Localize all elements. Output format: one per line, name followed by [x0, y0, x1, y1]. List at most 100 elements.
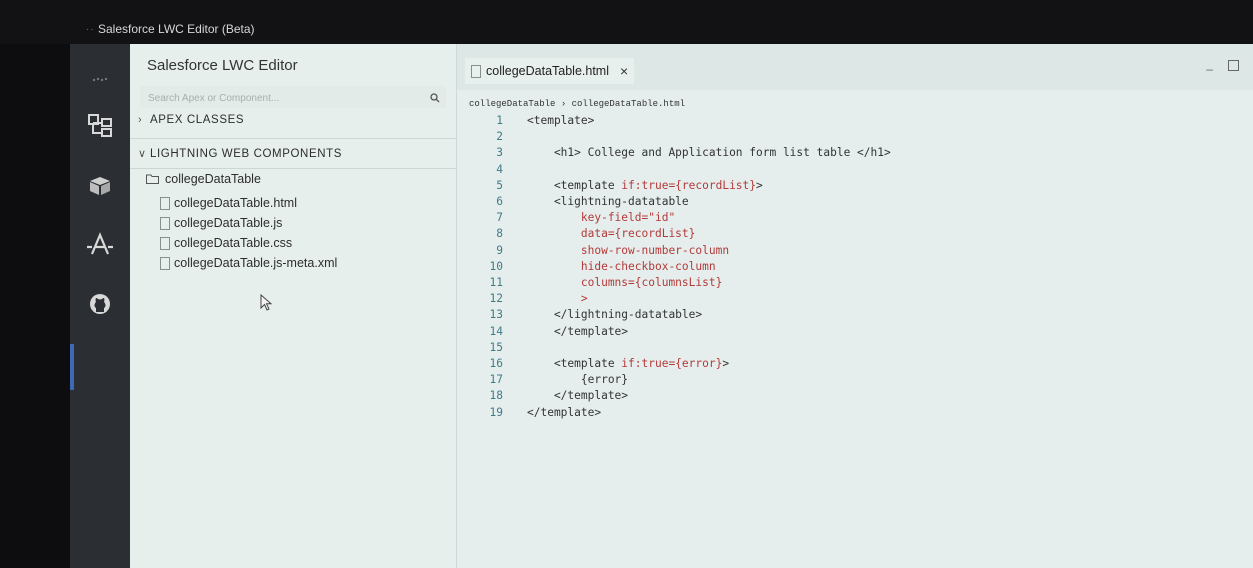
code-text: {error}	[527, 373, 629, 387]
title-bar: ·· Salesforce LWC Editor (Beta)	[0, 0, 1253, 44]
maximize-icon[interactable]	[1228, 60, 1239, 71]
divider	[130, 168, 456, 169]
code-text: show-row-number-column	[527, 243, 730, 257]
active-indicator	[70, 344, 74, 390]
line-number: 15	[489, 340, 503, 354]
activity-bar	[70, 44, 130, 568]
code-line[interactable]: 2	[457, 130, 1253, 146]
menu-dots-icon[interactable]	[70, 60, 130, 100]
folder-item[interactable]: collegeDataTable	[146, 172, 261, 186]
search-input[interactable]	[146, 88, 410, 108]
breadcrumb[interactable]: collegeDataTable › collegeDataTable.html	[469, 99, 685, 109]
code-line[interactable]: 8 data={recordList}	[457, 227, 1253, 243]
line-number: 16	[489, 357, 503, 370]
file-icon	[160, 196, 170, 210]
code-text: <template if:true={recordList}>	[527, 178, 763, 192]
sidebar-brand: Salesforce LWC Editor	[147, 57, 298, 74]
line-number: 8	[496, 227, 503, 241]
file-item[interactable]: collegeDataTable.js	[160, 216, 282, 230]
line-number: 6	[496, 195, 503, 208]
code-text: <template if:true={error}>	[527, 357, 730, 370]
github-icon[interactable]	[70, 284, 130, 324]
code-line[interactable]: 15	[457, 341, 1253, 357]
code-text: data={recordList}	[527, 227, 696, 241]
explorer-sidebar: Salesforce LWC Editor › APEX CLASSES ∨LIG…	[130, 44, 457, 568]
mouse-pointer-icon	[260, 293, 274, 317]
chevron-down-icon: ∨	[138, 148, 147, 160]
file-label: collegeDataTable.html	[174, 196, 297, 210]
file-item[interactable]: collegeDataTable.css	[160, 236, 292, 250]
app-window: Salesforce LWC Editor › APEX CLASSES ∨LIG…	[70, 44, 1253, 568]
window-title: Salesforce LWC Editor (Beta)	[98, 22, 255, 36]
explorer-icon[interactable]	[70, 106, 130, 146]
chevron-right-icon: ›	[138, 114, 143, 126]
code-line[interactable]: 14 </template>	[457, 325, 1253, 341]
tab-college-data-table-html[interactable]: collegeDataTable.html ×	[465, 58, 635, 84]
section-lwc-label: LIGHTNING WEB COMPONENTS	[150, 148, 343, 160]
code-line[interactable]: 19 </template>	[457, 406, 1253, 422]
file-label: collegeDataTable.js-meta.xml	[174, 256, 338, 270]
code-line[interactable]: 10 hide-checkbox-column	[457, 260, 1253, 276]
close-icon[interactable]: ×	[620, 63, 628, 79]
line-number: 11	[489, 276, 503, 289]
file-label: collegeDataTable.css	[174, 236, 293, 250]
line-number: 3	[496, 146, 503, 160]
tab-label: collegeDataTable.html	[486, 64, 609, 78]
line-number: 9	[496, 243, 503, 257]
code-text: hide-checkbox-column	[527, 259, 716, 273]
code-text: </template>	[527, 389, 629, 403]
search-box	[140, 86, 446, 108]
code-line[interactable]: 11 columns={columnsList}	[457, 276, 1253, 292]
line-number: 1	[496, 114, 503, 127]
code-text: <template>	[527, 114, 595, 127]
minimize-icon[interactable]: –	[1206, 62, 1213, 76]
line-number: 18	[489, 389, 503, 403]
line-number: 14	[489, 324, 503, 338]
code-text: <lightning-datatable	[527, 195, 689, 208]
code-line[interactable]: 16 <template if:true={error}>	[457, 357, 1253, 373]
line-number: 2	[496, 130, 503, 144]
cube-icon[interactable]	[70, 166, 130, 206]
line-number: 19	[489, 405, 503, 419]
section-apex-label: APEX CLASSES	[150, 114, 245, 126]
code-line[interactable]: 4	[457, 163, 1253, 179]
code-line[interactable]: 6 <lightning-datatable	[457, 195, 1253, 211]
code-line[interactable]: 3 <h1> College and Application form list…	[457, 146, 1253, 162]
file-item[interactable]: collegeDataTable.js-meta.xml	[160, 256, 337, 270]
line-number: 5	[496, 178, 503, 192]
salesforce-a-icon[interactable]	[70, 224, 130, 264]
line-number: 12	[489, 292, 503, 306]
editor-area: collegeDataTable.html × – collegeDataTab…	[457, 44, 1253, 568]
code-line[interactable]: 12 >	[457, 292, 1253, 308]
file-icon	[160, 256, 170, 270]
code-line[interactable]: 9 show-row-number-column	[457, 244, 1253, 260]
code-line[interactable]: 5 <template if:true={recordList}>	[457, 179, 1253, 195]
code-text: </template>	[527, 405, 602, 419]
code-line[interactable]: 17 {error}	[457, 373, 1253, 389]
folder-icon	[146, 174, 159, 184]
file-item[interactable]: collegeDataTable.html	[160, 196, 297, 210]
search-icon[interactable]	[430, 90, 440, 108]
code-text: </template>	[527, 324, 629, 338]
line-number: 10	[489, 259, 503, 273]
code-line[interactable]: 1 <template>	[457, 114, 1253, 130]
line-number: 4	[496, 162, 503, 176]
code-line[interactable]: 13 </lightning-datatable>	[457, 308, 1253, 324]
divider	[130, 138, 456, 139]
file-icon	[471, 64, 481, 78]
code-line[interactable]: 7 key-field="id"	[457, 211, 1253, 227]
code-text: </lightning-datatable>	[527, 308, 703, 322]
line-number: 17	[489, 373, 503, 387]
code-text: columns={columnsList}	[527, 276, 723, 289]
window-menu-icon[interactable]: ··	[86, 24, 95, 35]
code-text: <h1> College and Application form list t…	[527, 146, 891, 160]
folder-label: collegeDataTable	[165, 172, 261, 186]
line-number: 7	[496, 211, 503, 225]
code-text: >	[527, 292, 588, 306]
section-lightning-web-components[interactable]: ∨ LIGHTNING WEB COMPONENTS	[138, 147, 456, 169]
code-line[interactable]: 18 </template>	[457, 389, 1253, 405]
line-number: 13	[489, 308, 503, 322]
section-apex-classes[interactable]: › APEX CLASSES	[138, 114, 456, 136]
file-icon	[160, 236, 170, 250]
file-label: collegeDataTable.js	[174, 216, 283, 230]
